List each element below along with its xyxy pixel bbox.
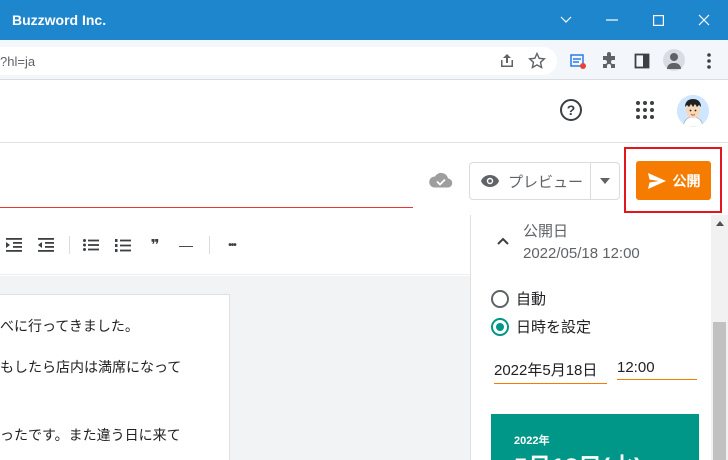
extensions-icon[interactable] [597, 49, 621, 73]
window-title: Buzzword Inc. [12, 12, 107, 28]
more-icon[interactable] [697, 49, 721, 73]
more-horizontal-icon[interactable]: ••• [220, 236, 244, 254]
minimize-icon[interactable] [589, 0, 635, 40]
calendar-year[interactable]: 2022年 [514, 432, 549, 448]
horizontal-rule-icon[interactable]: — [176, 236, 196, 254]
reading-list-icon[interactable] [566, 49, 590, 73]
publish-date-label: 公開日 [523, 223, 569, 240]
avatar[interactable] [677, 95, 709, 127]
body-line-3[interactable]: ったです。また違う日に来て [0, 425, 181, 445]
preview-dropdown-button[interactable] [590, 162, 620, 200]
address-bar[interactable] [0, 47, 557, 75]
caret-down-icon [600, 178, 610, 184]
star-icon[interactable] [525, 49, 549, 73]
body-line-2[interactable]: もしたら店内は満席になって [0, 357, 181, 377]
calendar-selected-date: 5月18日(水) [514, 447, 642, 460]
indent-icon[interactable] [4, 236, 24, 254]
chevron-down-icon[interactable] [543, 0, 589, 40]
publish-button[interactable]: 公開 [636, 161, 711, 200]
profile-body [667, 63, 681, 69]
radio-set-datetime-label[interactable]: 日時を設定 [516, 316, 591, 337]
scrollbar-thumb[interactable] [713, 322, 726, 460]
close-icon[interactable] [681, 0, 727, 40]
scroll-up-icon[interactable] [711, 215, 728, 232]
publish-datetime: 2022/05/18 12:00 [523, 245, 640, 262]
preview-label: プレビュー [508, 173, 584, 191]
bulleted-list-icon[interactable] [81, 236, 101, 254]
send-icon [647, 172, 667, 189]
url-text: ?hl=ja [0, 54, 36, 69]
share-icon[interactable] [495, 49, 519, 73]
toolbar-divider [209, 236, 210, 254]
cloud-saved-icon [428, 170, 454, 190]
radio-auto[interactable] [491, 290, 509, 308]
post-title-underline [0, 207, 413, 208]
help-icon[interactable]: ? [560, 99, 582, 121]
quote-icon[interactable]: ❞ [145, 236, 165, 254]
radio-set-datetime[interactable] [491, 318, 509, 336]
radio-auto-label[interactable]: 自動 [516, 288, 546, 309]
maximize-icon[interactable] [635, 0, 681, 40]
preview-button[interactable]: プレビュー [469, 162, 591, 200]
chevron-up-icon[interactable] [495, 234, 511, 246]
body-line-1[interactable]: べに行ってきました。 [0, 316, 139, 336]
numbered-list-icon[interactable] [113, 236, 133, 254]
app-header [0, 81, 728, 143]
time-input[interactable]: 12:00 [617, 359, 697, 380]
outdent-icon[interactable] [36, 236, 56, 254]
apps-grid-icon[interactable] [636, 101, 654, 119]
publish-label: 公開 [672, 172, 701, 189]
side-panel-icon[interactable] [630, 49, 654, 73]
toolbar-divider [69, 236, 70, 254]
profile-head [670, 53, 678, 61]
eye-icon [480, 174, 500, 188]
date-input[interactable]: 2022年5月18日 [494, 359, 607, 384]
